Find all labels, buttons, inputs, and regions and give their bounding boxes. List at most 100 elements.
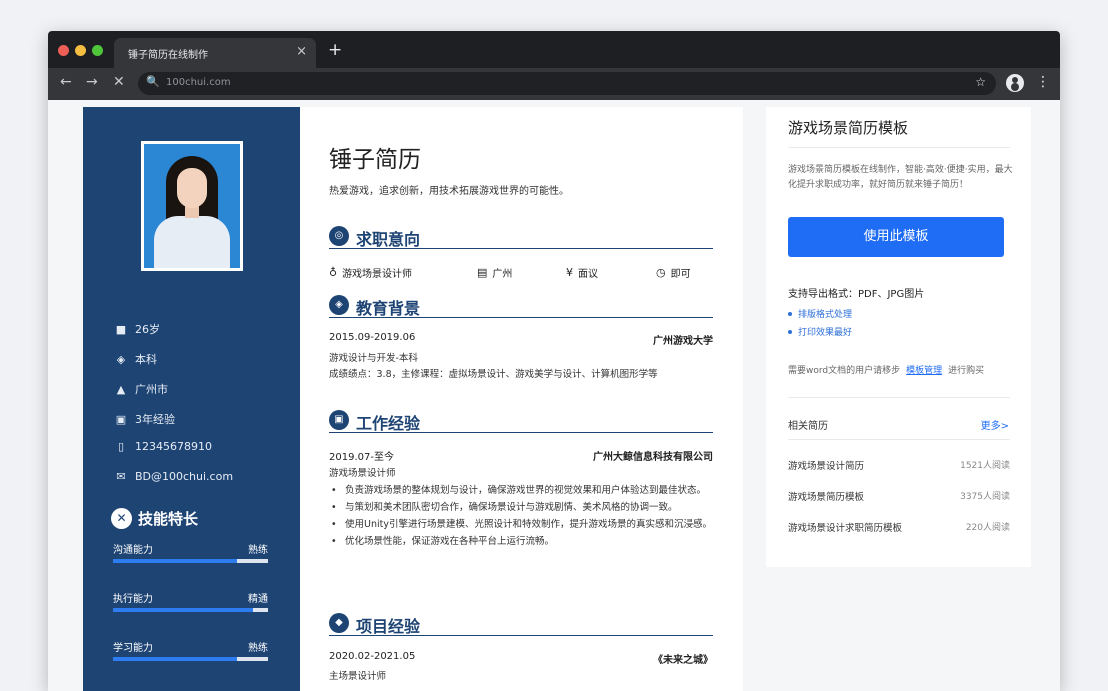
- resume-sidebar: ■ 26岁 ◈ 本科 ▲ 广州市 ▣ 3年经验 ▯ 12345678910 ✉ …: [83, 107, 300, 691]
- education-major: 游戏设计与开发-本科: [329, 353, 418, 364]
- list-item: 与策划和美术团队密切合作，确保场景设计与游戏剧情、美术风格的协调一致。: [329, 499, 713, 516]
- info-email: ✉ BD@100chui.com: [113, 470, 233, 483]
- intent-icon: ◎: [329, 226, 349, 246]
- hint-prefix: 需要word文档的用户请移步: [788, 366, 901, 376]
- menu-icon[interactable]: ⋮: [1036, 74, 1050, 90]
- browser-toolbar: ← → ✕ 🔍 100chui.com ☆ ⋮: [48, 68, 1060, 100]
- info-phone-text: 12345678910: [135, 440, 212, 453]
- section-title: 求职意向: [356, 230, 421, 249]
- info-age: ■ 26岁: [113, 321, 160, 337]
- intent-job-text: 游戏场景设计师: [342, 269, 413, 280]
- education-line: 2015.09-2019.06 广州游戏大学: [329, 332, 713, 347]
- email-icon: ✉: [116, 470, 126, 483]
- skill-name: 执行能力: [113, 594, 153, 605]
- project-name: 《未来之城》: [653, 655, 713, 666]
- forward-button[interactable]: →: [86, 74, 98, 90]
- minimize-window-button[interactable]: [75, 45, 86, 56]
- section-title: 工作经验: [356, 414, 421, 433]
- intent-row: ♁ 游戏场景设计师 ▤ 广州 ¥ 面议 ◷ 即可: [329, 265, 713, 281]
- intent-job: ♁ 游戏场景设计师: [329, 265, 412, 280]
- work-period: 2019.07-至今: [329, 452, 394, 463]
- skill-level: 熟练: [248, 643, 268, 654]
- project-icon: ◆: [329, 613, 349, 633]
- related-item[interactable]: 游戏场景设计简历 1521人阅读: [788, 458, 1010, 472]
- template-manage-link[interactable]: 模板管理: [906, 366, 942, 376]
- info-education: ◈ 本科: [113, 351, 157, 367]
- page-content: ■ 26岁 ◈ 本科 ▲ 广州市 ▣ 3年经验 ▯ 12345678910 ✉ …: [48, 100, 1060, 691]
- export-formats: 支持导出格式：PDF、JPG图片: [788, 289, 925, 300]
- skills-heading: ✕ 技能特长: [111, 508, 198, 529]
- divider: [788, 439, 1010, 440]
- template-panel: 游戏场景简历模板 游戏场景简历模板在线制作，智能·高效·便捷·实用，最大化提升求…: [766, 107, 1031, 567]
- tab-active[interactable]: 锤子简历在线制作 ×: [114, 38, 316, 68]
- use-template-button[interactable]: 使用此模板: [788, 217, 1004, 257]
- location-icon: ▲: [116, 382, 126, 396]
- intent-salary: ¥ 面议: [566, 265, 598, 280]
- related-item-name: 游戏场景设计简历: [788, 461, 865, 472]
- resume-name: 锤子简历: [329, 147, 421, 173]
- tab-bar: 锤子简历在线制作 × +: [48, 31, 1060, 68]
- skill-level: 熟练: [248, 545, 268, 556]
- skill-fill: [113, 559, 237, 563]
- resume-main: 锤子简历 热爱游戏，追求创新，用技术拓展游戏世界的可能性。 ◎ 求职意向 ♁ 游…: [300, 107, 743, 691]
- url-text[interactable]: 100chui.com: [166, 77, 231, 88]
- profile-icon[interactable]: [1006, 74, 1024, 92]
- new-tab-button[interactable]: +: [328, 40, 342, 60]
- address-bar[interactable]: 🔍 100chui.com ☆: [138, 72, 996, 95]
- related-item-count: 3375人阅读: [960, 492, 1010, 502]
- related-item-name: 游戏场景简历模板: [788, 492, 865, 503]
- close-tab-icon[interactable]: ×: [296, 44, 307, 59]
- panel-description: 游戏场景简历模板在线制作，智能·高效·便捷·实用，最大化提升求职成功率，就好简历…: [788, 165, 1013, 190]
- info-education-text: 本科: [135, 353, 157, 366]
- project-line: 2020.02-2021.05 《未来之城》: [329, 651, 713, 666]
- info-experience: ▣ 3年经验: [113, 411, 175, 427]
- feature-item: 打印效果最好: [788, 325, 852, 338]
- experience-icon: ▣: [115, 412, 127, 426]
- work-line: 2019.07-至今 广州大鲸信息科技有限公司: [329, 448, 713, 463]
- related-item[interactable]: 游戏场景简历模板 3375人阅读: [788, 489, 1010, 503]
- related-heading: 相关简历: [788, 421, 828, 432]
- stop-loading-button[interactable]: ✕: [113, 74, 125, 90]
- bookmark-star-icon[interactable]: ☆: [975, 75, 986, 89]
- section-work: ▣ 工作经验: [329, 409, 713, 433]
- back-button[interactable]: ←: [60, 74, 72, 90]
- tab-title: 锤子简历在线制作: [128, 50, 208, 61]
- related-item[interactable]: 游戏场景设计求职简历模板 220人阅读: [788, 520, 1010, 534]
- more-link[interactable]: 更多>: [981, 417, 1009, 432]
- work-bullets: 负责游戏场景的整体规划与设计，确保游戏世界的视觉效果和用户体验达到最佳状态。 与…: [329, 482, 713, 550]
- list-item: 使用Unity引擎进行场景建模、光照设计和特效制作，提升游戏场景的真实感和沉浸感…: [329, 516, 713, 533]
- related-item-count: 220人阅读: [965, 523, 1010, 533]
- skill-bar: [113, 657, 268, 661]
- intent-city-text: 广州: [492, 269, 513, 280]
- info-phone: ▯ 12345678910: [113, 440, 212, 453]
- word-hint: 需要word文档的用户请移步 模板管理 进行购买: [788, 363, 984, 376]
- intent-city: ▤ 广州: [477, 265, 512, 280]
- info-location-text: 广州市: [135, 383, 168, 396]
- skill-fill: [113, 657, 237, 661]
- related-item-name: 游戏场景设计求职简历模板: [788, 523, 903, 534]
- skill-name: 学习能力: [113, 643, 153, 654]
- profile-photo: [141, 141, 243, 271]
- intent-time-text: 即可: [670, 269, 691, 280]
- skill-name: 沟通能力: [113, 545, 153, 556]
- phone-icon: ▯: [117, 440, 125, 453]
- intent-salary-text: 面议: [578, 269, 598, 280]
- info-email-text: BD@100chui.com: [135, 470, 234, 483]
- project-role: 主场景设计师: [329, 671, 387, 682]
- close-window-button[interactable]: [58, 45, 69, 56]
- skill-bar: [113, 559, 268, 563]
- education-detail: 成绩绩点：3.8，主修课程：虚拟场景设计、游戏美学与设计、计算机图形学等: [329, 369, 658, 380]
- list-item: 负责游戏场景的整体规划与设计，确保游戏世界的视觉效果和用户体验达到最佳状态。: [329, 482, 713, 499]
- divider: [788, 147, 1010, 148]
- list-item: 优化场景性能，保证游戏在各种平台上运行流畅。: [329, 533, 713, 550]
- browser-window: 锤子简历在线制作 × + ← → ✕ 🔍 100chui.com ☆ ⋮ ■ 2…: [48, 31, 1060, 691]
- work-company: 广州大鲸信息科技有限公司: [593, 452, 713, 463]
- intent-time: ◷ 即可: [656, 265, 691, 280]
- education-period: 2015.09-2019.06: [329, 332, 416, 343]
- job-icon: ♁: [329, 266, 338, 279]
- maximize-window-button[interactable]: [92, 45, 103, 56]
- feature-item: 排版格式处理: [788, 307, 852, 320]
- user-icon: ■: [115, 322, 127, 336]
- section-intent: ◎ 求职意向: [329, 225, 713, 249]
- section-project: ◆ 项目经验: [329, 612, 713, 636]
